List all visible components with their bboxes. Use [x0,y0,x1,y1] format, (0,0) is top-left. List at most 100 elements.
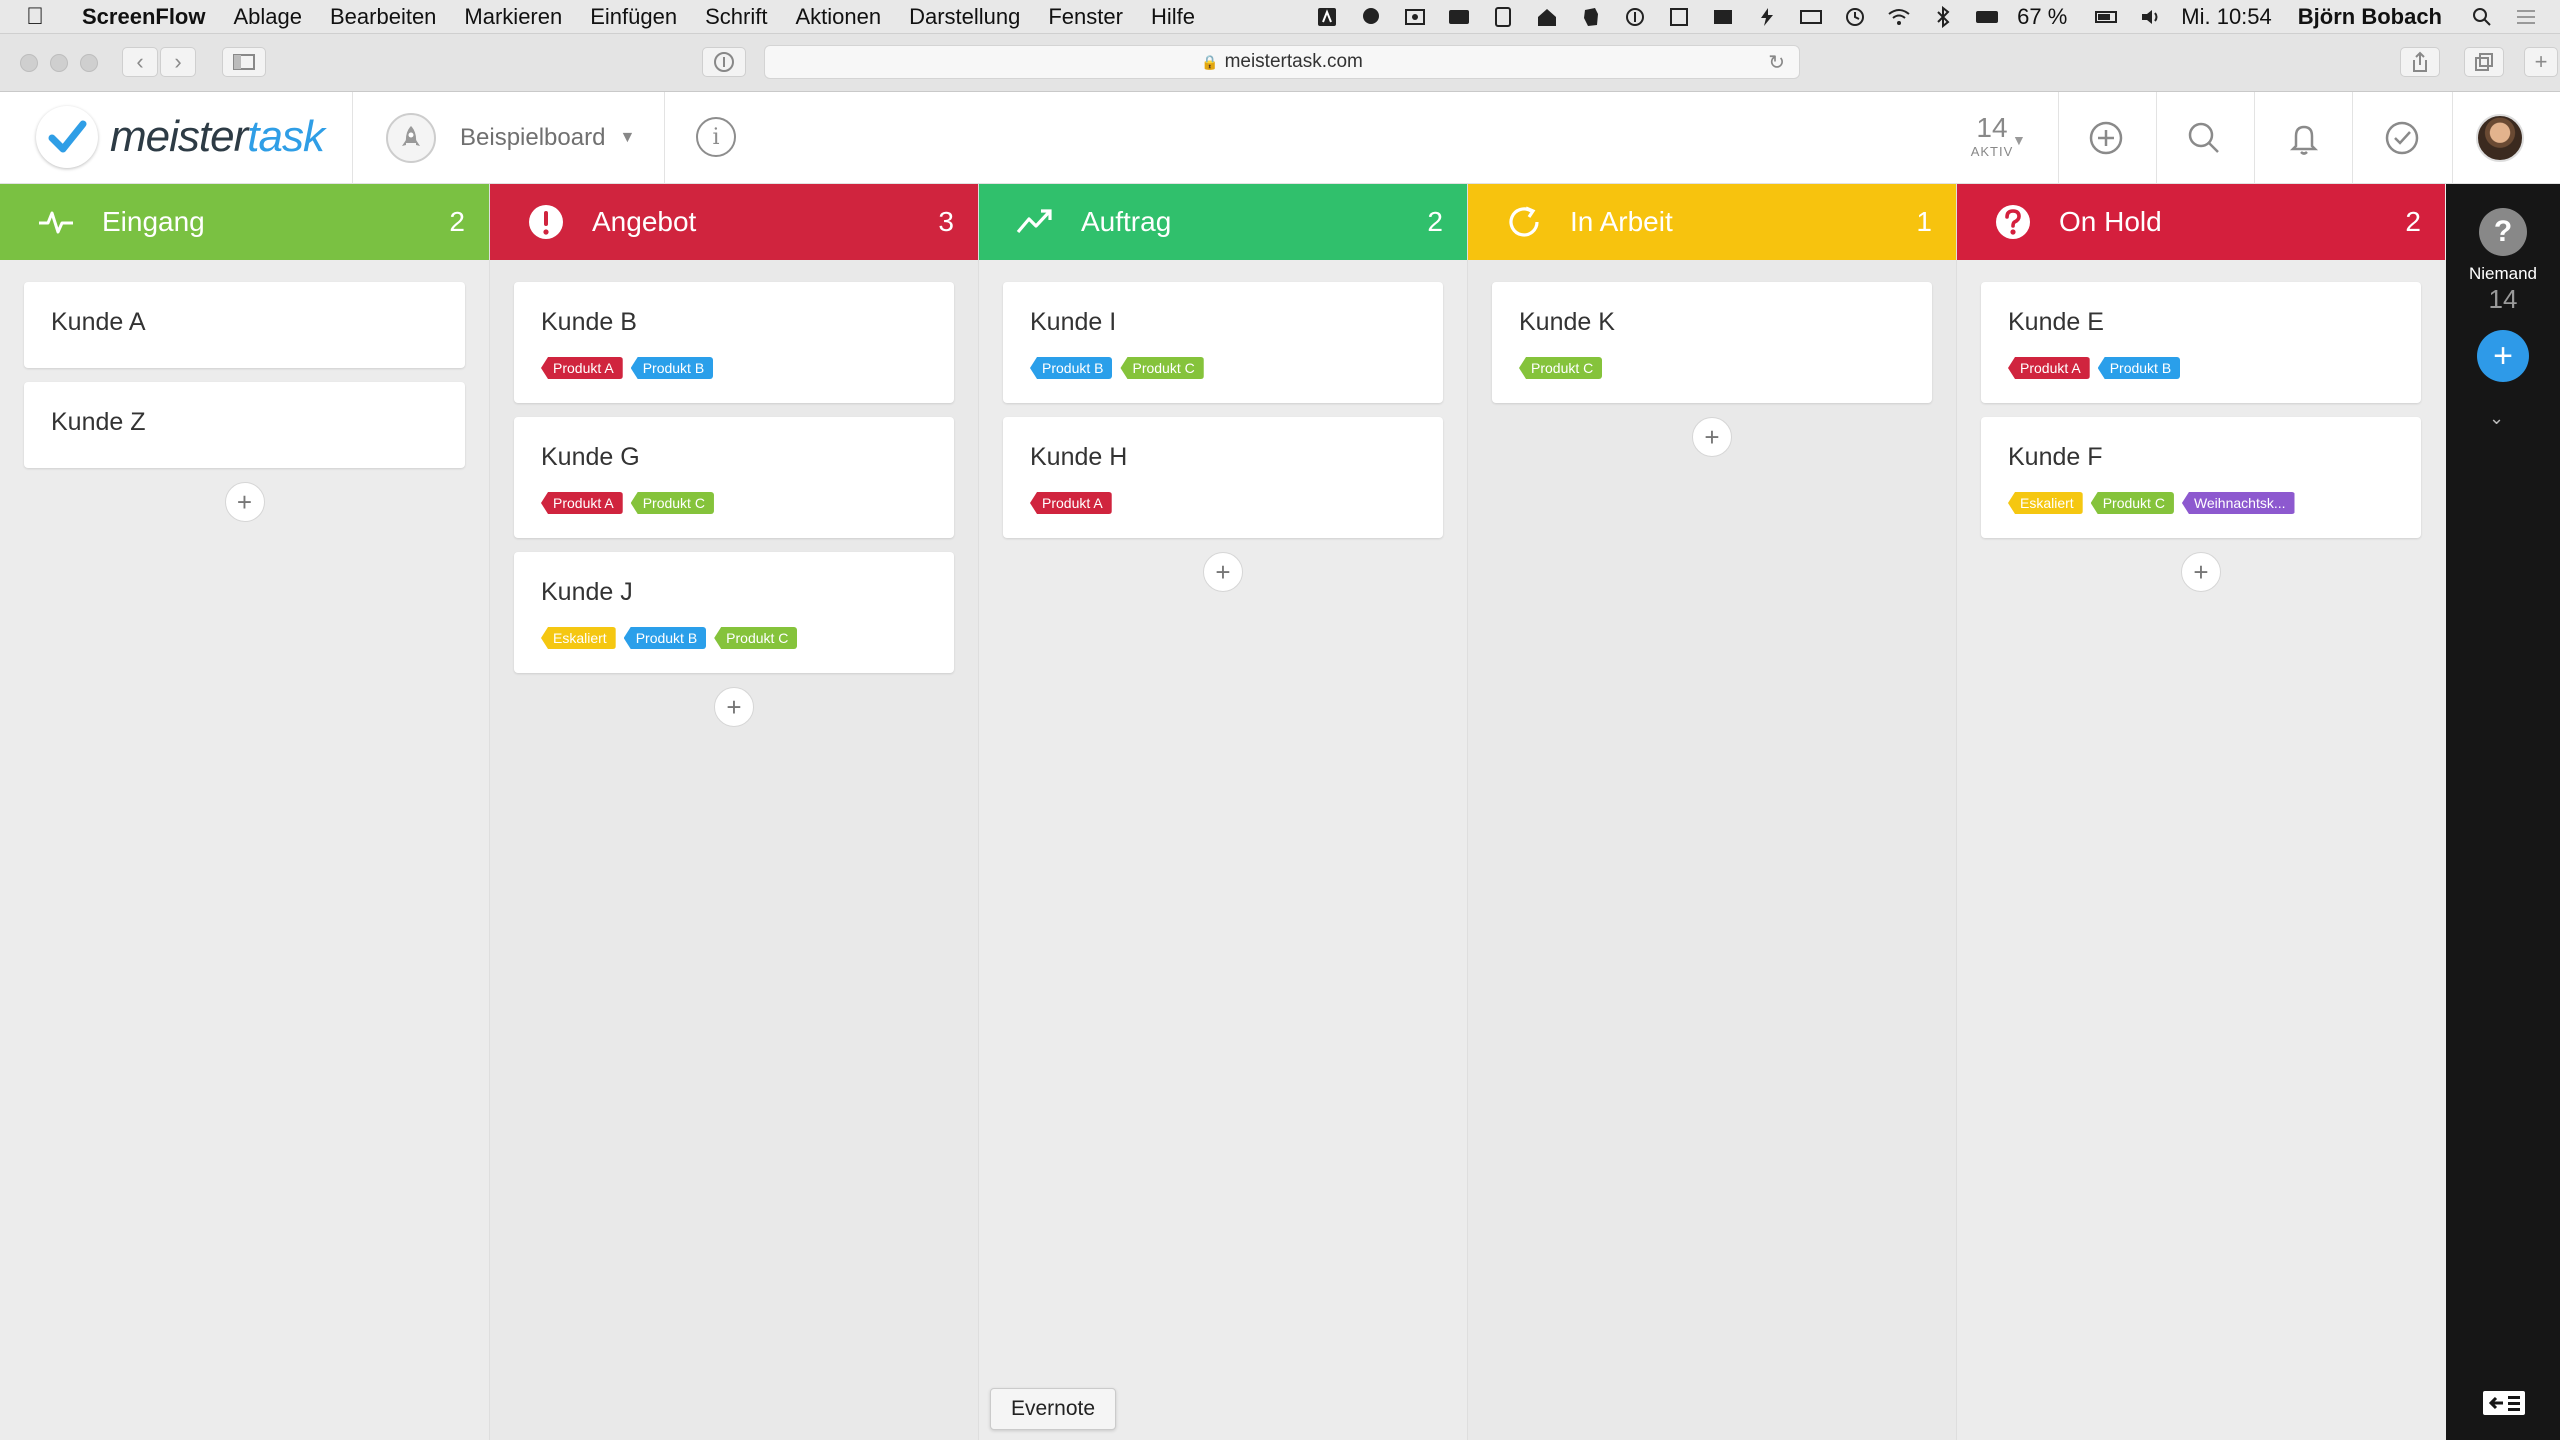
tag[interactable]: Produkt B [2097,357,2181,379]
battery-icon[interactable] [2093,6,2121,28]
menu-schrift[interactable]: Schrift [705,4,767,30]
notifications-button[interactable] [2282,116,2326,160]
window-close-button[interactable] [20,54,38,72]
menu-aktionen[interactable]: Aktionen [795,4,881,30]
new-tab-button[interactable]: + [2524,47,2558,77]
column-header-eingang[interactable]: Eingang 2 [0,184,489,260]
notification-center-icon[interactable] [2512,6,2540,28]
menu-markieren[interactable]: Markieren [464,4,562,30]
lightning-icon[interactable] [1753,6,1781,28]
column-header-in-arbeit[interactable]: In Arbeit 1 [1468,184,1956,260]
add-task-button[interactable]: + [714,687,754,727]
wifi-icon[interactable] [1885,6,1913,28]
window-minimize-button[interactable] [50,54,68,72]
task-card[interactable]: Kunde G Produkt A Produkt C [514,417,954,538]
photo-icon[interactable] [1401,6,1429,28]
menu-bearbeiten[interactable]: Bearbeiten [330,4,436,30]
keyboard-icon[interactable] [1973,6,2001,28]
tag[interactable]: Produkt C [1120,357,1204,379]
menubar-clock[interactable]: Mi. 10:54 [2181,4,2272,30]
caret-down-icon[interactable]: ▼ [2012,132,2026,148]
task-card[interactable]: Kunde B Produkt A Produkt B [514,282,954,403]
menu-hilfe[interactable]: Hilfe [1151,4,1195,30]
column-header-auftrag[interactable]: Auftrag 2 [979,184,1467,260]
tag[interactable]: Produkt A [1030,492,1112,514]
header-divider [2156,92,2157,184]
apple-menu-icon[interactable]:  [26,3,62,31]
chevron-down-icon[interactable]: ⌄ [2489,408,2504,429]
tag[interactable]: Eskaliert [541,627,616,649]
task-card[interactable]: Kunde H Produkt A [1003,417,1443,538]
screen-record-icon[interactable] [1797,6,1825,28]
tag[interactable]: Produkt B [623,627,707,649]
onepassword-icon[interactable] [1621,6,1649,28]
tag[interactable]: Produkt B [1030,357,1113,379]
tag[interactable]: Produkt C [714,627,798,649]
news-icon[interactable] [1709,6,1737,28]
time-machine-icon[interactable] [1841,6,1869,28]
column-header-on-hold[interactable]: On Hold 2 [1957,184,2445,260]
tag[interactable]: Eskaliert [2008,492,2083,514]
adobe-icon[interactable] [1313,6,1341,28]
forward-button[interactable]: › [160,47,196,77]
tag[interactable]: Weihnachtsk... [2181,492,2295,514]
add-task-button[interactable]: + [224,482,265,522]
window-zoom-button[interactable] [80,54,98,72]
tag[interactable]: Produkt A [541,492,623,514]
tag[interactable]: Produkt C [630,492,714,514]
column-header-angebot[interactable]: Angebot 3 [490,184,978,260]
tag[interactable]: Produkt C [1519,357,1603,379]
task-card[interactable]: Kunde Z [24,382,465,468]
volume-icon[interactable] [2137,6,2165,28]
assignee-label[interactable]: Niemand [2446,264,2560,284]
task-card[interactable]: Kunde K Produkt C [1492,282,1932,403]
share-button[interactable] [2400,47,2440,77]
menu-app-name[interactable]: ScreenFlow [82,4,205,30]
chat-icon[interactable] [1357,6,1385,28]
add-member-button[interactable]: + [2477,330,2529,382]
my-tasks-button[interactable] [2380,116,2424,160]
add-button[interactable] [2084,116,2128,160]
task-card[interactable]: Kunde I Produkt B Produkt C [1003,282,1443,403]
task-card[interactable]: Kunde E Produkt A Produkt B [1981,282,2421,403]
battery-percent[interactable]: 67 % [2017,4,2067,30]
add-task-button[interactable]: + [2181,552,2221,592]
wd-drive-icon[interactable] [1445,6,1473,28]
board-info-button[interactable]: i [696,117,736,157]
privacy-report-button[interactable] [702,47,746,77]
help-button[interactable]: ? [2479,208,2527,256]
board-selector[interactable]: Beispielboard ▼ [386,112,635,164]
calendar-icon[interactable] [1665,6,1693,28]
meistertask-logo[interactable]: meistertask [36,106,325,168]
menu-darstellung[interactable]: Darstellung [909,4,1020,30]
tag[interactable]: Produkt A [2008,357,2090,379]
evernote-icon[interactable] [1577,6,1605,28]
back-button[interactable]: ‹ [122,47,158,77]
kanban-board: Eingang 2 Kunde A Kunde Z + Angebot 3 Ku… [0,184,2446,1440]
task-title: Kunde F [2008,443,2103,471]
search-button[interactable] [2182,116,2226,160]
task-card[interactable]: Kunde F Eskaliert Produkt C Weihnachtsk.… [1981,417,2421,538]
home-icon[interactable] [1533,6,1561,28]
reload-icon[interactable]: ↻ [1768,50,1785,75]
spotlight-search-icon[interactable] [2468,6,2496,28]
question-icon [1991,200,2035,244]
collapse-sidebar-button[interactable] [2480,1386,2528,1420]
tag[interactable]: Produkt B [630,357,714,379]
add-task-button[interactable]: + [1692,417,1732,457]
tabs-overview-button[interactable] [2464,47,2504,77]
menu-ablage[interactable]: Ablage [233,4,302,30]
user-avatar[interactable] [2476,114,2524,162]
menu-fenster[interactable]: Fenster [1048,4,1123,30]
tag[interactable]: Produkt A [541,357,623,379]
address-bar[interactable]: 🔒 meistertask.com ↻ [764,45,1800,79]
menubar-user[interactable]: Björn Bobach [2298,4,2442,30]
tag[interactable]: Produkt C [2090,492,2174,514]
notes-icon[interactable] [1489,6,1517,28]
add-task-button[interactable]: + [1203,552,1243,592]
menu-einfuegen[interactable]: Einfügen [590,4,677,30]
task-card[interactable]: Kunde J Eskaliert Produkt B Produkt C [514,552,954,673]
task-card[interactable]: Kunde A [24,282,465,368]
sidebar-toggle-button[interactable] [222,47,266,77]
bluetooth-icon[interactable] [1929,6,1957,28]
